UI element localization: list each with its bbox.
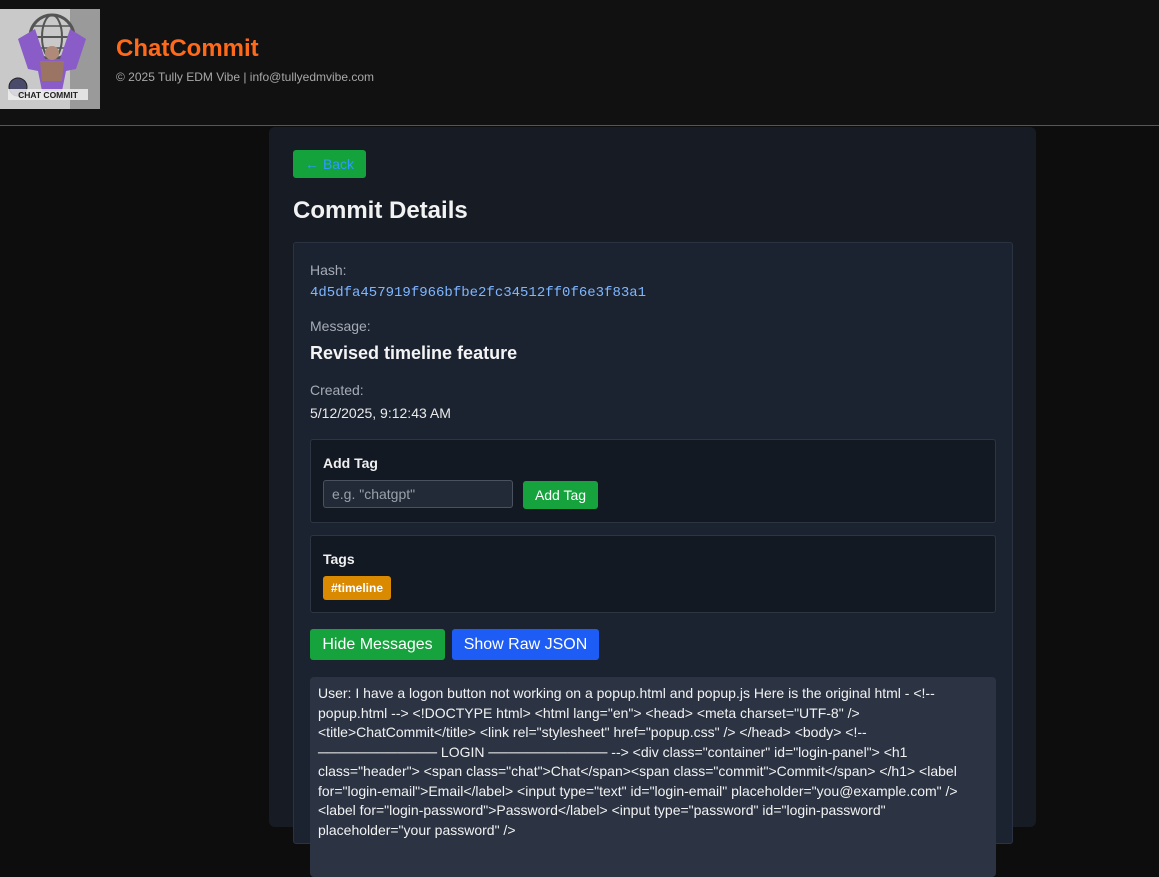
commit-message: Revised timeline feature xyxy=(310,343,518,363)
back-button[interactable]: ← Back xyxy=(293,150,366,178)
commit-card: Hash: 4d5dfa457919f966bfbe2fc34512ff0f6e… xyxy=(293,242,1013,877)
tags-section: Tags #timeline xyxy=(310,535,996,613)
show-raw-json-button[interactable]: Show Raw JSON xyxy=(452,629,599,660)
messages-panel: User: I have a logon button not working … xyxy=(310,677,996,877)
logo-image: CHAT COMMIT xyxy=(0,9,100,109)
top-bar: CHAT COMMIT ChatCommit © 2025 Tully EDM … xyxy=(0,0,1159,126)
message-label: Message: xyxy=(310,318,371,334)
back-button-label: Back xyxy=(322,156,355,172)
hash-label: Hash: xyxy=(310,262,347,278)
logo: CHAT COMMIT xyxy=(0,9,100,109)
add-tag-button[interactable]: Add Tag xyxy=(523,481,598,509)
app-subtitle: © 2025 Tully EDM Vibe | info@tullyedmvib… xyxy=(116,70,375,84)
page-title: Commit Details xyxy=(293,197,468,224)
logo-text: CHAT COMMIT xyxy=(18,90,79,100)
arrow-left-icon: ← xyxy=(304,156,319,172)
add-tag-heading: Add Tag xyxy=(323,455,378,471)
tag-badge[interactable]: #timeline xyxy=(323,576,392,600)
commit-hash: 4d5dfa457919f966bfbe2fc34512ff0f6e3f83a1 xyxy=(310,285,647,301)
tag-input[interactable] xyxy=(323,480,513,508)
add-tag-section: Add Tag Add Tag xyxy=(310,439,996,523)
hide-messages-button[interactable]: Hide Messages xyxy=(310,629,445,660)
tags-heading: Tags xyxy=(323,551,355,567)
commit-created: 5/12/2025, 9:12:43 AM xyxy=(310,405,451,421)
app-title: ChatCommit xyxy=(116,35,259,62)
commit-panel: ← Back Commit Details Hash: 4d5dfa457919… xyxy=(269,127,1036,877)
created-label: Created: xyxy=(310,382,364,398)
